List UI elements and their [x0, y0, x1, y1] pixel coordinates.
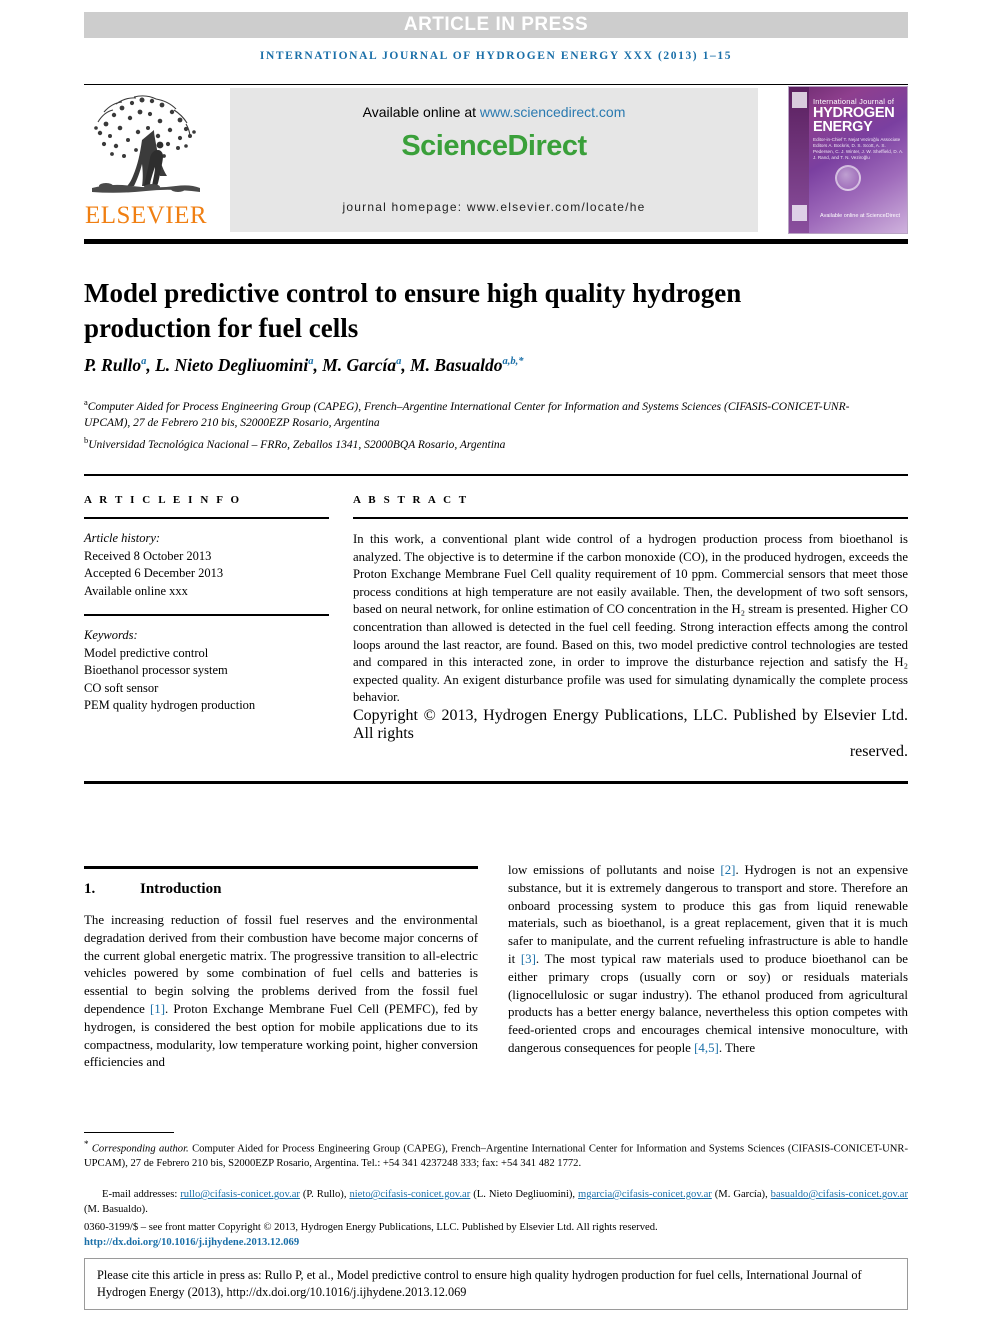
intro-right-part-a: low emissions of pollutants and noise — [508, 863, 721, 877]
intro-paragraph-left: The increasing reduction of fossil fuel … — [84, 912, 478, 1072]
cover-sciencedirect-footer: Available online at ScienceDirect — [820, 213, 900, 219]
abstract-section: A B S T R A C T In this work, a conventi… — [353, 494, 908, 761]
author-affil-marker: a,b,* — [502, 356, 524, 368]
footnote-asterisk: * — [84, 1139, 89, 1149]
journal-cover-thumbnail[interactable]: International Journal of HYDROGEN ENERGY… — [788, 86, 908, 234]
email-owner-mgarcia: (M. García), — [711, 1189, 771, 1200]
cover-title-line2: HYDROGEN ENERGY — [813, 105, 895, 135]
article-page: ARTICLE IN PRESS INTERNATIONAL JOURNAL O… — [0, 0, 992, 1323]
email-addresses-label: E-mail addresses: — [102, 1189, 181, 1200]
sciencedirect-banner: Available online at www.sciencedirect.co… — [230, 88, 758, 232]
corresponding-author-label: Corresponding author. — [91, 1143, 189, 1155]
abstract-heading: A B S T R A C T — [353, 494, 469, 506]
keyword-item: CO soft sensor — [84, 680, 159, 695]
article-info-rule — [84, 517, 329, 519]
citation-ref-4-5[interactable]: [4,5] — [694, 1041, 719, 1055]
keyword-item: PEM quality hydrogen production — [84, 698, 256, 712]
section-number: 1. — [84, 881, 96, 897]
email-owner-rullo: (P. Rullo), — [299, 1189, 350, 1200]
sciencedirect-logo-text: ScienceDirect — [401, 130, 587, 162]
article-history-block: Article history: Received 8 October 2013… — [84, 530, 329, 600]
corresponding-author-footnote: * Corresponding author. Computer Aided f… — [84, 1137, 908, 1172]
available-online-line: Available online at www.sciencedirect.co… — [230, 104, 758, 120]
journal-running-head: INTERNATIONAL JOURNAL OF HYDROGEN ENERGY… — [259, 50, 733, 62]
footnote-divider — [84, 1132, 174, 1133]
keywords-rule — [84, 614, 329, 616]
email-link-rullo[interactable]: rullo@cifasis-conicet.gov.ar — [180, 1189, 300, 1200]
citation-ref-3[interactable]: [3] — [521, 952, 536, 966]
intro-right-part-d: . There — [718, 1040, 756, 1055]
cover-ihe-icon — [792, 205, 807, 221]
doi-link[interactable]: http://dx.doi.org/10.1016/j.ijhydene.201… — [84, 1236, 908, 1251]
sciencedirect-link[interactable]: www.sciencedirect.com — [480, 104, 626, 120]
article-accepted: Accepted 6 December 2013 — [84, 566, 224, 580]
section-title: Introduction — [140, 881, 222, 897]
please-cite-text: Please cite this article in press as: Ru… — [97, 1268, 862, 1299]
intro-right-part-c: . The most typical raw materials used to… — [508, 951, 908, 1055]
affiliation-b: Universidad Tecnológica Nacional – FRRo,… — [88, 438, 506, 451]
elsevier-logo: ELSEVIER — [84, 86, 208, 234]
intro-paragraph-right: low emissions of pollutants and noise [2… — [508, 862, 908, 1058]
abstract-rule — [353, 517, 908, 519]
article-in-press-label: ARTICLE IN PRESS — [403, 14, 589, 35]
corresponding-author-body: Computer Aided for Process Engineering G… — [84, 1143, 908, 1170]
article-available-online: Available online xxx — [84, 583, 188, 598]
email-owner-nieto: (L. Nieto Degliuomini), — [470, 1189, 579, 1200]
intro-left-part-a: The increasing reduction of fossil fuel … — [84, 913, 478, 1016]
author-affil-marker: a — [141, 356, 147, 368]
affiliations: aComputer Aided for Process Engineering … — [84, 394, 874, 453]
cover-editors: Editor-in-Chief T. Nejat Veziroğlu Assoc… — [813, 137, 904, 160]
abstract-copyright-text: Copyright © 2013, Hydrogen Energy Public… — [353, 706, 908, 742]
keyword-item: Bioethanol processor system — [84, 663, 228, 677]
email-link-nieto[interactable]: nieto@cifasis-conicet.gov.ar — [349, 1189, 470, 1200]
elsevier-wordmark: ELSEVIER — [84, 202, 208, 229]
page-title: Model predictive control to ensure high … — [84, 278, 742, 344]
abstract-copyright-last: reserved. — [849, 742, 908, 760]
header-bottom-rule — [84, 239, 908, 244]
article-info-section: A R T I C L E I N F O Article history: R… — [84, 494, 329, 715]
issn-copyright-line: 0360-3199/$ – see front matter Copyright… — [84, 1222, 658, 1233]
cover-elsevier-icon — [792, 92, 807, 108]
author-affil-marker: a — [308, 356, 314, 368]
author-list: P. Rulloa, L. Nieto Degliuominia, M. Gar… — [84, 355, 524, 375]
author-affil-marker: a — [396, 356, 402, 368]
article-received: Received 8 October 2013 — [84, 548, 212, 563]
email-owner-basualdo: (M. Basualdo). — [84, 1203, 148, 1215]
publisher-header: ELSEVIER Available online at www.science… — [84, 86, 908, 234]
email-link-mgarcia[interactable]: mgarcia@cifasis-conicet.gov.ar — [578, 1189, 712, 1200]
affiliation-a: Computer Aided for Process Engineering G… — [84, 400, 850, 430]
introduction-rule — [84, 866, 478, 869]
keywords-block: Keywords: Model predictive control Bioet… — [84, 627, 329, 715]
body-column-right: low emissions of pollutants and noise [2… — [508, 862, 908, 1071]
abstract-bottom-rule — [84, 781, 908, 784]
email-link-basualdo[interactable]: basualdo@cifasis-conicet.gov.ar — [771, 1189, 908, 1200]
email-addresses-footnote: E-mail addresses: rullo@cifasis-conicet.… — [84, 1188, 908, 1217]
keywords-label: Keywords: — [84, 628, 138, 642]
article-in-press-banner: ARTICLE IN PRESS — [84, 12, 908, 38]
citation-ref-1[interactable]: [1] — [150, 1002, 165, 1016]
keyword-item: Model predictive control — [84, 645, 209, 660]
abstract-copyright: Copyright © 2013, Hydrogen Energy Public… — [353, 707, 908, 761]
cover-orb-graphic — [835, 165, 861, 191]
header-top-rule — [84, 84, 908, 85]
available-online-prefix: Available online at — [362, 104, 480, 120]
please-cite-box: Please cite this article in press as: Ru… — [84, 1258, 908, 1310]
abstract-body: In this work, a conventional plant wide … — [353, 532, 908, 705]
section-heading-introduction: 1. Introduction — [84, 881, 478, 898]
elsevier-tree-icon — [86, 88, 206, 200]
citation-ref-2[interactable]: [2] — [720, 863, 735, 877]
intro-right-part-b: . Hydrogen is not an expensive substance… — [508, 863, 908, 966]
article-history-label: Article history: — [84, 531, 161, 545]
article-info-heading: A R T I C L E I N F O — [84, 494, 242, 506]
journal-homepage-line[interactable]: journal homepage: www.elsevier.com/locat… — [230, 200, 758, 214]
body-column-left: 1. Introduction The increasing reduction… — [84, 866, 478, 1085]
article-info-top-rule — [84, 474, 908, 476]
